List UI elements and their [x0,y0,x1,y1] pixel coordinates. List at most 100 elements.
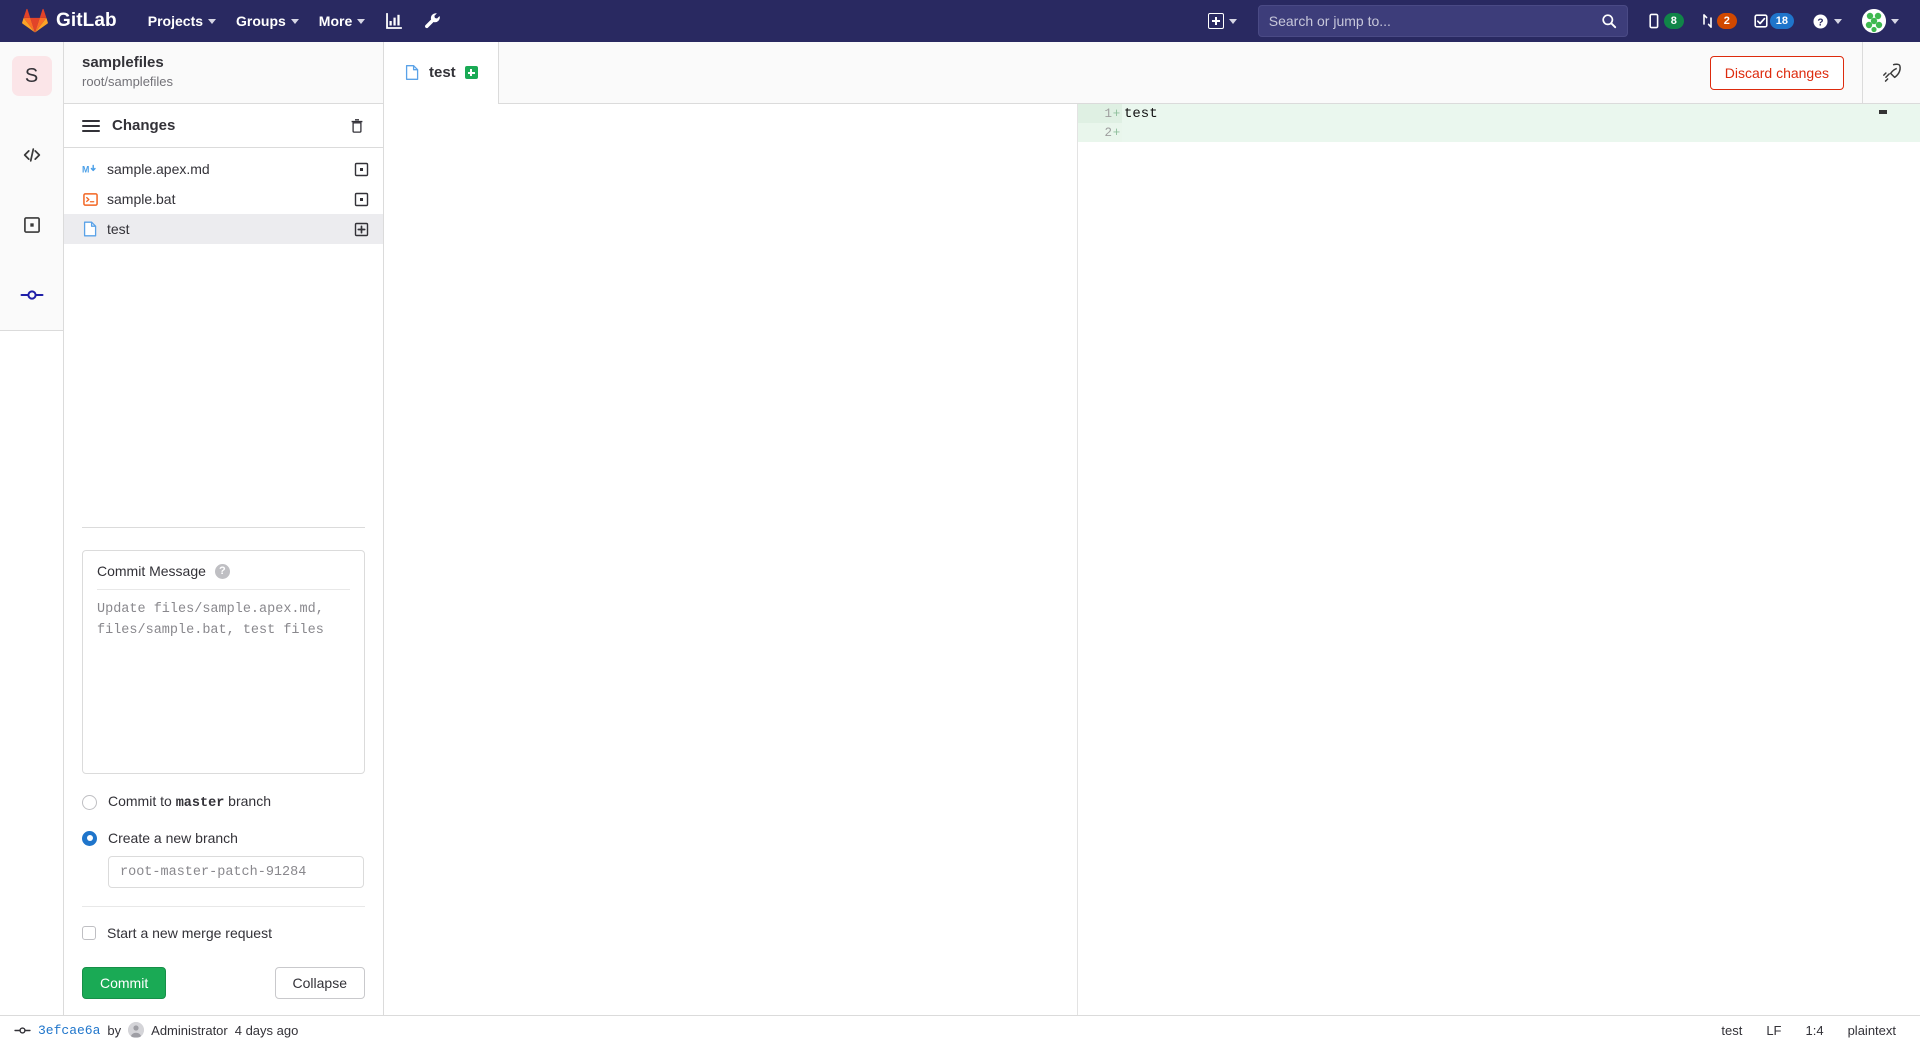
label-prefix: Commit to [108,793,176,809]
svg-text:?: ? [1817,17,1823,28]
checkbox-start-merge-request[interactable] [82,926,96,940]
help-button[interactable]: ? [1803,7,1851,36]
search-input[interactable] [1268,13,1601,29]
editor-column: test Discard changes 1 + 2 + test [384,41,1920,1015]
editor-tab-test[interactable]: test [384,41,499,104]
status-bar-right: test LF 1:4 plaintext [1721,1023,1906,1038]
radio-create-new-branch[interactable] [82,830,97,846]
diff-editor: 1 + 2 + test [384,104,1920,1015]
gutter-line: 1 + [1078,104,1122,123]
create-new-button[interactable] [1199,7,1246,35]
batch-file-icon [82,191,98,207]
plain-file-icon [82,221,98,237]
ide-body: S samplefiles root/samplefiles Changes M… [0,41,1920,1015]
stage-change-button[interactable] [353,191,369,207]
activity-item-review[interactable] [0,190,64,260]
line-number: 1 [1104,106,1112,121]
markdown-file-icon: M [82,161,98,177]
collapse-button[interactable]: Collapse [274,967,365,999]
gutter-line: 2 + [1078,123,1122,142]
activity-item-edit[interactable] [0,120,64,190]
radio-label-master: Commit to master branch [108,793,271,811]
gitlab-logo-link[interactable]: GitLab [12,8,117,34]
editor-tab-filename: test [429,64,456,81]
commit-message-label: Commit Message [97,563,206,579]
file-row-sample-bat[interactable]: sample.bat [64,184,383,214]
status-branch-name[interactable]: test [1721,1023,1742,1038]
start-merge-request-row[interactable]: Start a new merge request [82,925,365,941]
chevron-down-icon [290,18,299,24]
plus-square-icon [1207,13,1224,29]
status-cursor-position[interactable]: 1:4 [1806,1023,1824,1038]
status-language-mode[interactable]: plaintext [1848,1023,1896,1038]
new-branch-name-input[interactable] [108,856,364,888]
changes-panel-header: Changes [64,104,383,148]
file-name: sample.bat [107,191,176,207]
avatar [128,1022,145,1038]
commit-option-master[interactable]: Commit to master branch [82,793,365,811]
help-circle-icon: ? [1813,13,1828,29]
avatar-image [128,1022,145,1038]
activity-bar: S [0,42,64,1015]
stage-change-icon [354,192,368,206]
activity-item-commit[interactable] [0,260,64,330]
issues-button[interactable]: 8 [1640,7,1691,35]
line-number: 2 [1104,125,1112,140]
chevron-down-icon [1228,18,1237,24]
edit-code-icon [23,148,40,162]
commit-actions: Commit Collapse [82,967,365,999]
code-content-area[interactable]: test [1122,104,1920,1015]
search-box[interactable] [1257,5,1628,37]
nav-item-label: Projects [147,13,204,29]
line-marker: + [1112,125,1121,140]
file-row-sample-apex-md[interactable]: M sample.apex.md [64,154,383,184]
stage-new-file-icon [354,222,368,236]
sidebar-panel: samplefiles root/samplefiles Changes M s… [64,42,384,1015]
stage-change-icon [354,162,368,176]
user-menu-button[interactable] [1853,3,1908,39]
merge-request-divider [82,906,365,907]
radio-commit-to-master[interactable] [82,794,97,810]
gitlab-tanuki-icon [22,8,48,33]
rocket-icon [1883,63,1901,82]
radio-label-new-branch: Create a new branch [108,830,238,846]
minimap-strip [1887,104,1920,142]
code-line [1122,123,1920,142]
status-line-ending[interactable]: LF [1766,1023,1781,1038]
diff-line-number-gutter: 1 + 2 + [1078,104,1122,1015]
todos-icon [1754,14,1768,28]
merge-requests-button[interactable]: 2 [1693,7,1744,35]
stage-new-file-button[interactable] [353,221,369,237]
commit-message-input[interactable] [97,600,350,760]
file-name: sample.apex.md [107,161,210,177]
discard-all-changes-button[interactable] [349,118,365,134]
nav-item-projects[interactable]: Projects [139,7,225,35]
nav-item-groups[interactable]: Groups [227,7,308,35]
diff-modified-pane[interactable]: 1 + 2 + test [1078,104,1920,1015]
question-mark-icon[interactable]: ? [214,563,230,579]
minimap[interactable] [1879,104,1887,1015]
commit-option-new-branch[interactable]: Create a new branch [82,830,365,846]
admin-area-button[interactable] [414,6,450,36]
project-header: samplefiles root/samplefiles [64,42,383,104]
line-marker: + [1112,106,1121,121]
diff-original-pane[interactable] [384,104,1078,1015]
status-by-label: by [107,1022,122,1038]
discard-changes-button[interactable]: Discard changes [1709,55,1844,90]
commit-icon [20,290,43,300]
stage-change-button[interactable] [353,161,369,177]
nav-item-label: Groups [236,13,286,29]
project-avatar[interactable]: S [11,56,52,96]
preview-markdown-button[interactable] [1862,41,1920,104]
trash-icon [351,119,363,133]
file-row-test[interactable]: test [64,214,383,244]
commit-button[interactable]: Commit [82,967,167,999]
analytics-button[interactable] [376,6,412,36]
hamburger-icon[interactable] [82,119,100,132]
nav-item-more[interactable]: More [310,7,374,35]
status-commit-id[interactable]: 3efcae6a [38,1023,100,1038]
chevron-down-icon [357,18,366,24]
todos-button[interactable]: 18 [1746,7,1801,35]
commit-icon [14,1026,31,1034]
